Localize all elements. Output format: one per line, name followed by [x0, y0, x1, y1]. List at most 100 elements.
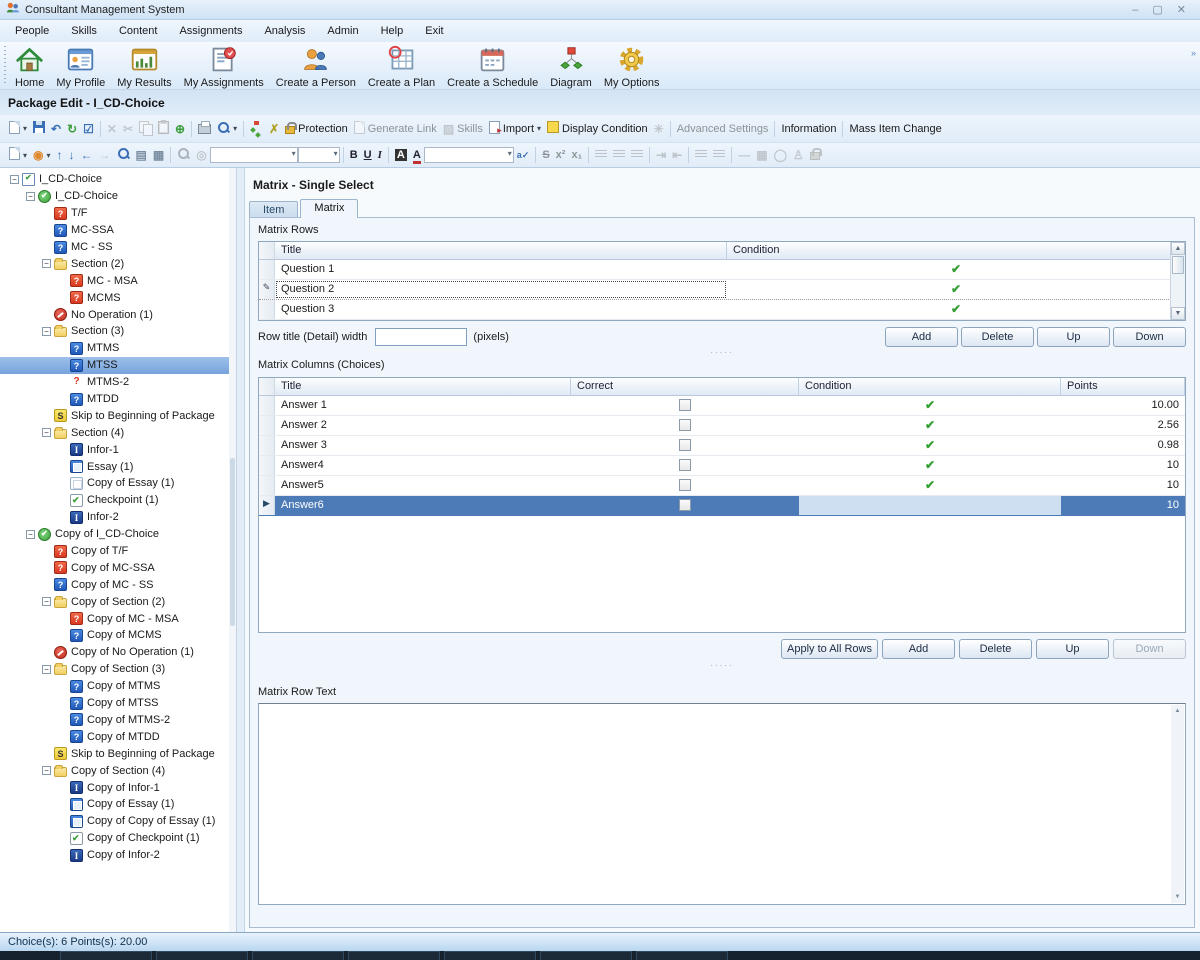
information-button[interactable]: Information: [778, 121, 839, 137]
add-rows-button[interactable]: Add: [885, 327, 958, 347]
row-condition-cell[interactable]: ✔: [727, 300, 1185, 319]
rows-grid-scrollbar[interactable]: ▲▼: [1170, 242, 1185, 320]
choice-correct-cell[interactable]: [571, 416, 799, 435]
row-selector[interactable]: [259, 416, 275, 435]
choice-condition-cell[interactable]: ✔: [799, 436, 1061, 455]
choice-row-answer6[interactable]: ▶Answer610: [259, 496, 1185, 516]
toolbar-combobox[interactable]: [210, 147, 298, 163]
tree-item-copy-of-mc-ss[interactable]: −?Copy of MC - SS: [0, 576, 236, 593]
toolbar-combobox[interactable]: [298, 147, 340, 163]
my-assignments-button[interactable]: My Assignments: [178, 44, 270, 90]
tree-item-section-2[interactable]: −Section (2): [0, 255, 236, 272]
italic-button[interactable]: I: [375, 146, 385, 164]
tree-expander-icon[interactable]: −: [26, 192, 35, 201]
choice-points-cell[interactable]: 10.00: [1061, 396, 1185, 415]
scrollbar-thumb[interactable]: [1172, 256, 1184, 274]
choice-correct-cell[interactable]: [571, 496, 799, 515]
checklist-button[interactable]: ☑: [80, 120, 97, 138]
view-detail-button[interactable]: ▦: [150, 146, 167, 164]
add-columns-button[interactable]: Add: [882, 639, 955, 659]
diagram-small-button[interactable]: [247, 119, 266, 139]
tree-item-mtms-2[interactable]: −?MTMS-2: [0, 374, 236, 391]
row-title-width-input[interactable]: [375, 328, 467, 346]
tree-item-t-f[interactable]: −?T/F: [0, 205, 236, 222]
arrow-left-button[interactable]: ←: [78, 146, 96, 164]
choice-condition-cell[interactable]: ✔: [799, 456, 1061, 475]
my-results-button[interactable]: My Results: [111, 44, 177, 90]
tree-scrollbar[interactable]: [229, 168, 236, 932]
view-list-button[interactable]: ▤: [133, 146, 150, 164]
print-button[interactable]: [195, 119, 214, 139]
tree-item-copy-of-copy-of-essay-1[interactable]: −Copy of Copy of Essay (1): [0, 813, 236, 830]
add-node-button[interactable]: ⊕: [172, 120, 188, 138]
editing-pencil-icon[interactable]: ✎: [259, 280, 275, 299]
row-condition-cell[interactable]: ✔: [727, 280, 1185, 299]
tree-scrollbar-thumb[interactable]: [230, 458, 235, 626]
highlight-button[interactable]: A: [392, 146, 410, 164]
tree-item-mcms[interactable]: −?MCMS: [0, 289, 236, 306]
apply-to-all-rows-columns-button[interactable]: Apply to All Rows: [781, 639, 878, 659]
horizontal-splitter-dots[interactable]: ·····: [258, 349, 1186, 359]
home-button[interactable]: Home: [9, 44, 50, 90]
choice-condition-cell[interactable]: ✔: [799, 416, 1061, 435]
tree-item-copy-of-infor-2[interactable]: −ICopy of Infor-2: [0, 847, 236, 864]
column-header-title[interactable]: Title: [275, 378, 571, 395]
menu-help[interactable]: Help: [370, 22, 415, 40]
choice-title-cell[interactable]: Answer6: [275, 496, 571, 515]
search-button[interactable]: ▾: [214, 119, 240, 139]
tree-item-copy-of-mtms-2[interactable]: −?Copy of MTMS-2: [0, 712, 236, 729]
row-title-cell[interactable]: Question 3: [275, 300, 727, 319]
tree-expander-icon[interactable]: −: [42, 665, 51, 674]
tree-item-copy-of-checkpoint-1[interactable]: −Copy of Checkpoint (1): [0, 830, 236, 847]
choice-row-answer4[interactable]: Answer4✔10: [259, 456, 1185, 476]
spell-check-button[interactable]: a✓: [514, 146, 533, 164]
row-title-cell[interactable]: Question 2: [275, 280, 727, 299]
find-button[interactable]: [114, 145, 133, 165]
tree-expander-icon[interactable]: −: [42, 766, 51, 775]
choice-title-cell[interactable]: Answer 3: [275, 436, 571, 455]
create-a-person-button[interactable]: Create a Person: [270, 44, 362, 90]
tree-item-copy-of-infor-1[interactable]: −ICopy of Infor-1: [0, 779, 236, 796]
menu-analysis[interactable]: Analysis: [253, 22, 316, 40]
correct-checkbox[interactable]: [679, 399, 691, 411]
menu-content[interactable]: Content: [108, 22, 169, 40]
tree-item-copy-of-mcms[interactable]: −?Copy of MCMS: [0, 627, 236, 644]
tree-expander-icon[interactable]: −: [42, 327, 51, 336]
row-selector[interactable]: [259, 260, 275, 279]
taskbar-button[interactable]: [252, 951, 344, 960]
matrix-row-question-2[interactable]: ✎Question 2✔: [259, 280, 1185, 300]
tree-item-skip-to-beginning-of-package[interactable]: −SSkip to Beginning of Package: [0, 407, 236, 424]
tree-item-i-cd-choice[interactable]: −I_CD-Choice: [0, 188, 236, 205]
arrow-up-button[interactable]: ↑: [54, 146, 66, 164]
tree-item-copy-of-section-2[interactable]: −Copy of Section (2): [0, 593, 236, 610]
choice-correct-cell[interactable]: [571, 436, 799, 455]
choice-title-cell[interactable]: Answer 1: [275, 396, 571, 415]
display-condition-button[interactable]: Display Condition: [544, 119, 651, 138]
taskbar-button[interactable]: [540, 951, 632, 960]
taskbar-button[interactable]: [444, 951, 536, 960]
row-selector[interactable]: ▶: [259, 496, 275, 515]
down-rows-button[interactable]: Down: [1113, 327, 1186, 347]
column-header-condition[interactable]: Condition: [727, 242, 1185, 259]
matrix-row-question-3[interactable]: Question 3✔: [259, 300, 1185, 320]
correct-checkbox[interactable]: [679, 499, 691, 511]
dropdown-arrow-icon[interactable]: ▾: [23, 124, 27, 133]
new-document-button[interactable]: ▾: [6, 145, 30, 165]
row-selector[interactable]: [259, 456, 275, 475]
column-header-correct[interactable]: Correct: [571, 378, 799, 395]
tree-item-copy-of-mtms[interactable]: −?Copy of MTMS: [0, 678, 236, 695]
toolbar-combobox[interactable]: [424, 147, 514, 163]
menu-assignments[interactable]: Assignments: [168, 22, 253, 40]
tree-item-copy-of-no-operation-1[interactable]: −Copy of No Operation (1): [0, 644, 236, 661]
tree-item-copy-of-mtss[interactable]: −?Copy of MTSS: [0, 695, 236, 712]
dropdown-arrow-icon[interactable]: ▾: [47, 151, 51, 160]
taskbar-button[interactable]: [636, 951, 728, 960]
row-selector[interactable]: [259, 300, 275, 319]
maximize-button[interactable]: ▢: [1152, 1, 1162, 19]
choice-title-cell[interactable]: Answer 2: [275, 416, 571, 435]
column-header-title[interactable]: Title: [275, 242, 727, 259]
diagram-button[interactable]: Diagram: [544, 44, 598, 90]
choice-title-cell[interactable]: Answer4: [275, 456, 571, 475]
clear-x-button[interactable]: ✗: [266, 120, 282, 138]
editor-scrollbar[interactable]: ▲ ▼: [1171, 705, 1184, 903]
